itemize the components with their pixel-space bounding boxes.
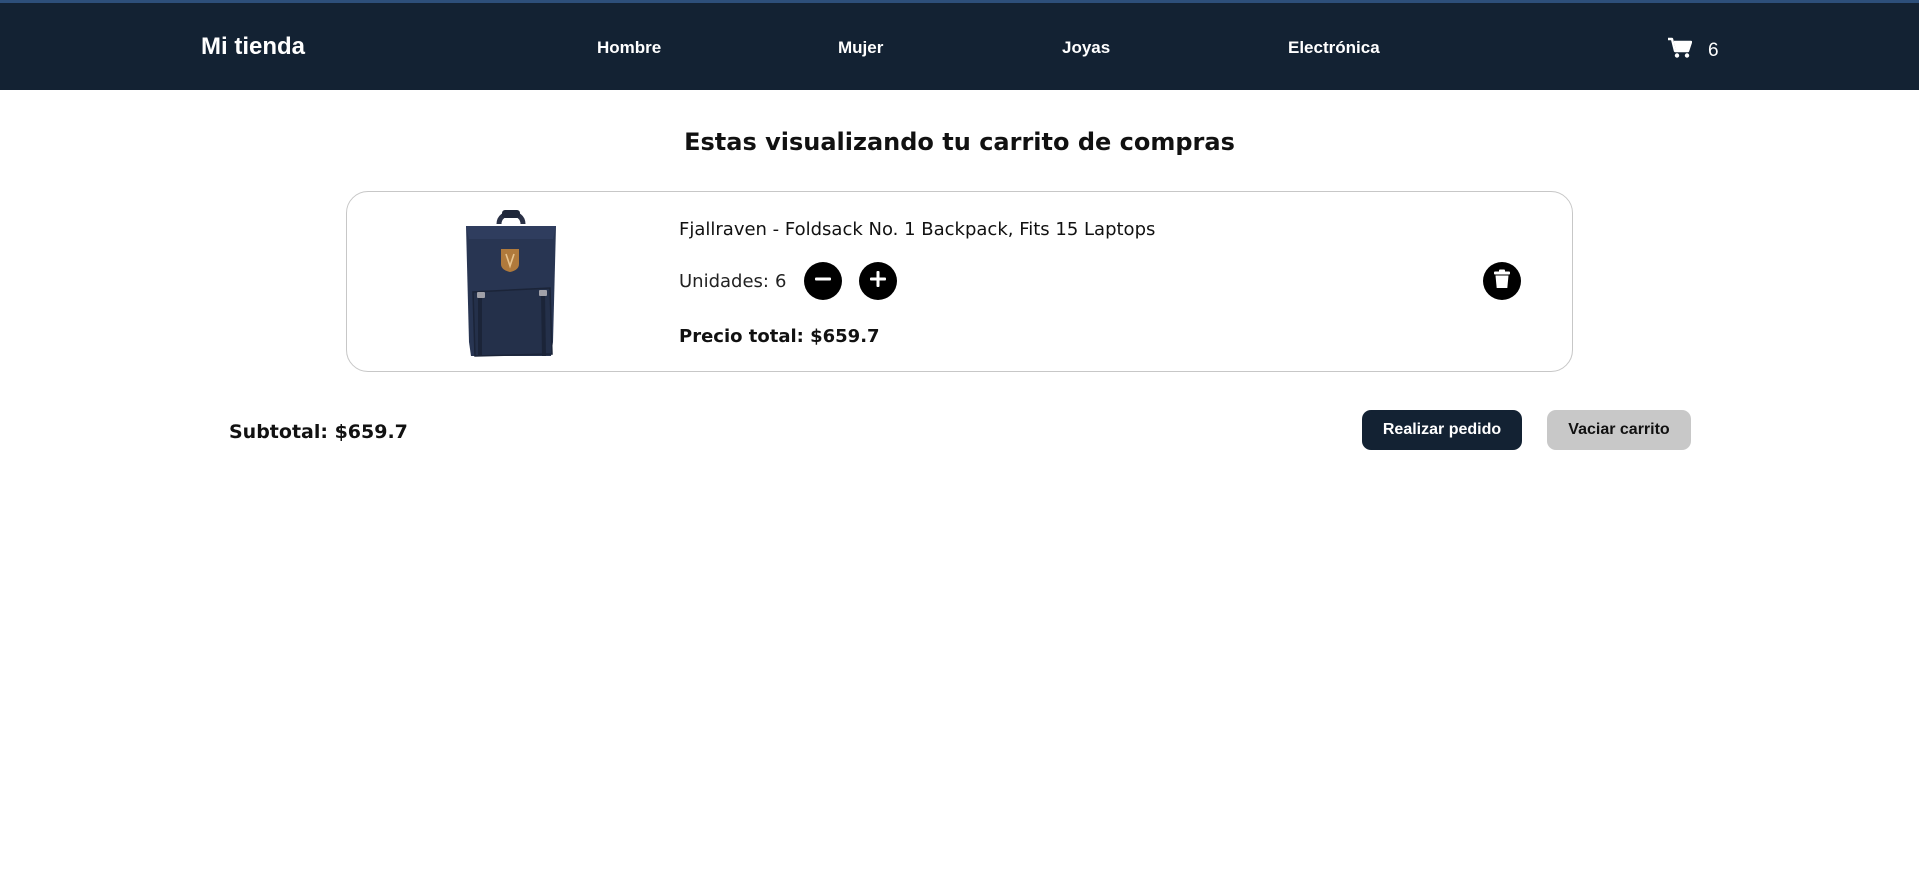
place-order-button[interactable]: Realizar pedido	[1362, 410, 1522, 450]
cart-item-card: Fjallraven - Foldsack No. 1 Backpack, Fi…	[346, 191, 1573, 372]
cart-subtotal: Subtotal: $659.7	[229, 421, 408, 443]
minus-icon	[814, 270, 832, 293]
brand-logo[interactable]: Mi tienda	[201, 33, 305, 61]
units-row: Unidades: 6	[679, 262, 898, 300]
nav-link-electronica[interactable]: Electrónica	[1288, 38, 1380, 58]
nav-link-hombre[interactable]: Hombre	[597, 38, 661, 58]
cart-count-badge: 6	[1708, 39, 1719, 61]
nav-link-mujer[interactable]: Mujer	[838, 38, 883, 58]
units-label: Unidades:	[679, 270, 769, 292]
increase-quantity-button[interactable]	[859, 262, 898, 300]
nav-link-joyas[interactable]: Joyas	[1062, 38, 1110, 58]
delete-item-button[interactable]	[1483, 262, 1521, 300]
decrease-quantity-button[interactable]	[804, 262, 843, 300]
cart-link[interactable]: 6	[1668, 37, 1719, 64]
top-navbar: Mi tienda Hombre Mujer Joyas Electrónica…	[0, 0, 1919, 90]
units-value: 6	[774, 270, 787, 292]
item-total-price: Precio total: $659.7	[679, 326, 880, 347]
page-title: Estas visualizando tu carrito de compras	[684, 128, 1235, 156]
plus-icon	[869, 270, 887, 293]
backpack-product-image	[453, 204, 569, 362]
trash-icon	[1493, 269, 1511, 294]
cart-icon	[1668, 37, 1693, 64]
empty-cart-button[interactable]: Vaciar carrito	[1547, 410, 1691, 450]
product-name[interactable]: Fjallraven - Foldsack No. 1 Backpack, Fi…	[679, 219, 1155, 240]
